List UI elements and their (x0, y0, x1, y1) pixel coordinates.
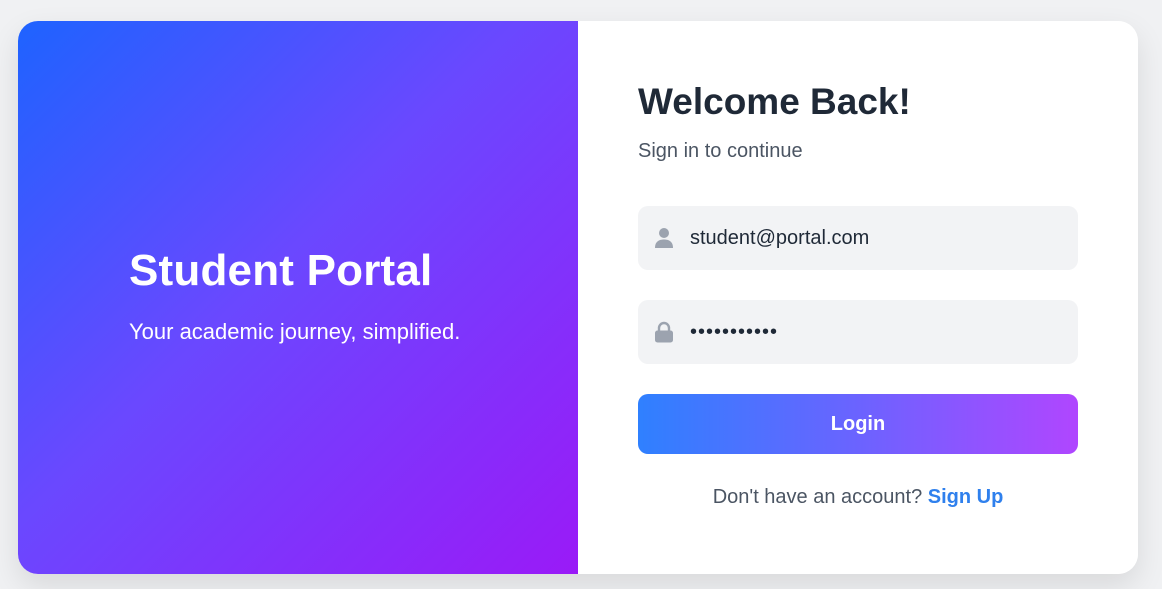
hero-subtitle: Your academic journey, simplified. (129, 319, 461, 344)
password-field-wrapper[interactable] (638, 300, 1078, 364)
login-button[interactable]: Login (638, 394, 1078, 454)
lock-icon (638, 300, 690, 364)
password-field[interactable] (690, 312, 1070, 352)
hero-title: Student Portal (129, 246, 433, 295)
user-icon (638, 206, 690, 270)
email-field-wrapper[interactable] (638, 206, 1078, 270)
signup-row: Don't have an account? Sign Up (638, 486, 1078, 509)
hero-panel: Student Portal Your academic journey, si… (18, 21, 578, 574)
form-subheading: Sign in to continue (638, 140, 803, 162)
login-card: Student Portal Your academic journey, si… (18, 21, 1138, 574)
form-heading: Welcome Back! (638, 81, 911, 122)
signup-prompt: Don't have an account? (712, 486, 928, 508)
signup-link[interactable]: Sign Up (928, 486, 1004, 508)
email-field[interactable] (690, 218, 1070, 258)
login-form: Welcome Back! Sign in to continue Login (578, 21, 1138, 574)
